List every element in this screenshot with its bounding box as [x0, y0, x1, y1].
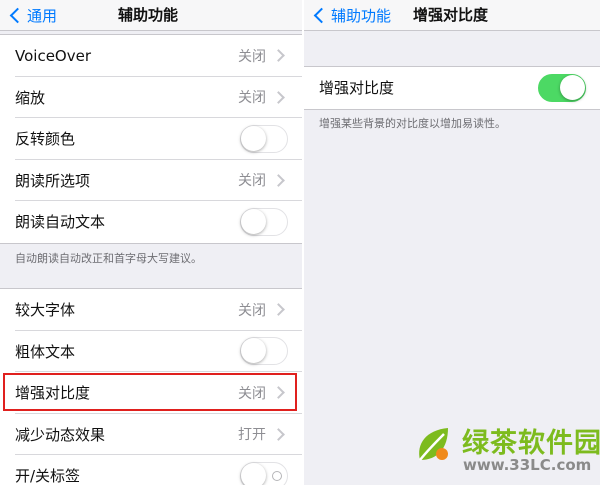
back-label: 辅助功能: [331, 6, 392, 25]
row-value: 关闭: [238, 385, 266, 402]
chevron-right-icon: [272, 427, 285, 441]
increase-contrast-toggle[interactable]: [538, 73, 586, 102]
accessibility-pane: 通用 辅助功能 VoiceOver 关闭 缩放 关闭 反转颜色 朗读所选项 关闭: [0, 0, 302, 485]
watermark-name: 绿茶软件园: [462, 428, 600, 459]
contrast-footnote: 增强某些背景的对比度以增加易读性。: [319, 117, 506, 130]
increase-contrast-pane: 辅助功能 增强对比度 增强对比度 增强某些背景的对比度以增加易读性。: [304, 0, 600, 485]
row-label: 增强对比度: [15, 384, 91, 403]
bold-text-toggle[interactable]: [240, 337, 288, 366]
chevron-right-icon: [272, 49, 285, 63]
speak-auto-text-toggle[interactable]: [240, 207, 288, 236]
row-label: 增强对比度: [319, 79, 395, 98]
row-speak-selection[interactable]: 朗读所选项 关闭: [0, 160, 302, 201]
back-button-general[interactable]: 通用: [8, 0, 57, 30]
chevron-right-icon: [272, 173, 285, 187]
row-bold-text: 粗体文本: [0, 331, 302, 372]
row-reduce-motion[interactable]: 减少动态效果 打开: [0, 414, 302, 455]
row-label: VoiceOver: [15, 46, 91, 65]
row-label: 粗体文本: [15, 342, 76, 361]
page-title: 辅助功能: [118, 6, 179, 24]
row-speak-auto-text: 朗读自动文本: [0, 201, 302, 243]
row-voiceover[interactable]: VoiceOver 关闭: [0, 35, 302, 77]
chevron-right-icon: [272, 386, 285, 400]
settings-group-1: VoiceOver 关闭 缩放 关闭 反转颜色 朗读所选项 关闭 朗读自动文本: [0, 34, 302, 244]
contrast-group: 增强对比度: [304, 66, 600, 110]
row-label: 减少动态效果: [15, 425, 106, 444]
watermark-url: www.33LC.com: [463, 456, 592, 474]
row-label: 缩放: [15, 88, 46, 107]
back-button-accessibility[interactable]: 辅助功能: [312, 0, 391, 30]
nav-bar: 辅助功能 增强对比度: [304, 0, 600, 31]
row-increase-contrast[interactable]: 增强对比度 关闭: [0, 372, 302, 414]
row-on-off-labels: 开/关标签: [0, 455, 302, 485]
row-value: 关闭: [238, 48, 266, 65]
invert-colors-toggle[interactable]: [240, 124, 288, 153]
on-off-labels-toggle[interactable]: [240, 461, 288, 485]
row-invert-colors: 反转颜色: [0, 118, 302, 160]
chevron-right-icon: [272, 303, 285, 317]
leaf-logo-icon: [419, 428, 448, 461]
row-value: 关闭: [238, 173, 266, 190]
row-zoom[interactable]: 缩放 关闭: [0, 77, 302, 118]
chevron-right-icon: [272, 90, 285, 104]
page-title: 增强对比度: [413, 6, 489, 24]
row-value: 关闭: [238, 90, 266, 107]
chevron-left-icon: [313, 7, 330, 23]
chevron-left-icon: [9, 7, 26, 23]
group1-footnote: 自动朗读自动改正和首字母大写建议。: [15, 252, 202, 265]
row-value: 关闭: [238, 302, 266, 319]
row-label: 朗读自动文本: [15, 213, 106, 232]
row-label: 反转颜色: [15, 130, 76, 149]
row-label: 较大字体: [15, 301, 76, 320]
off-label-ring-icon: [272, 470, 282, 481]
row-label: 朗读所选项: [15, 171, 91, 190]
nav-bar: 通用 辅助功能: [0, 0, 302, 31]
back-label: 通用: [27, 6, 58, 25]
row-value: 打开: [238, 427, 266, 444]
settings-group-2: 较大字体 关闭 粗体文本 增强对比度 关闭 减少动态效果 打开 开/关标签: [0, 288, 302, 485]
row-label: 开/关标签: [15, 467, 81, 485]
row-larger-text[interactable]: 较大字体 关闭: [0, 289, 302, 331]
row-increase-contrast-setting: 增强对比度: [304, 67, 600, 109]
